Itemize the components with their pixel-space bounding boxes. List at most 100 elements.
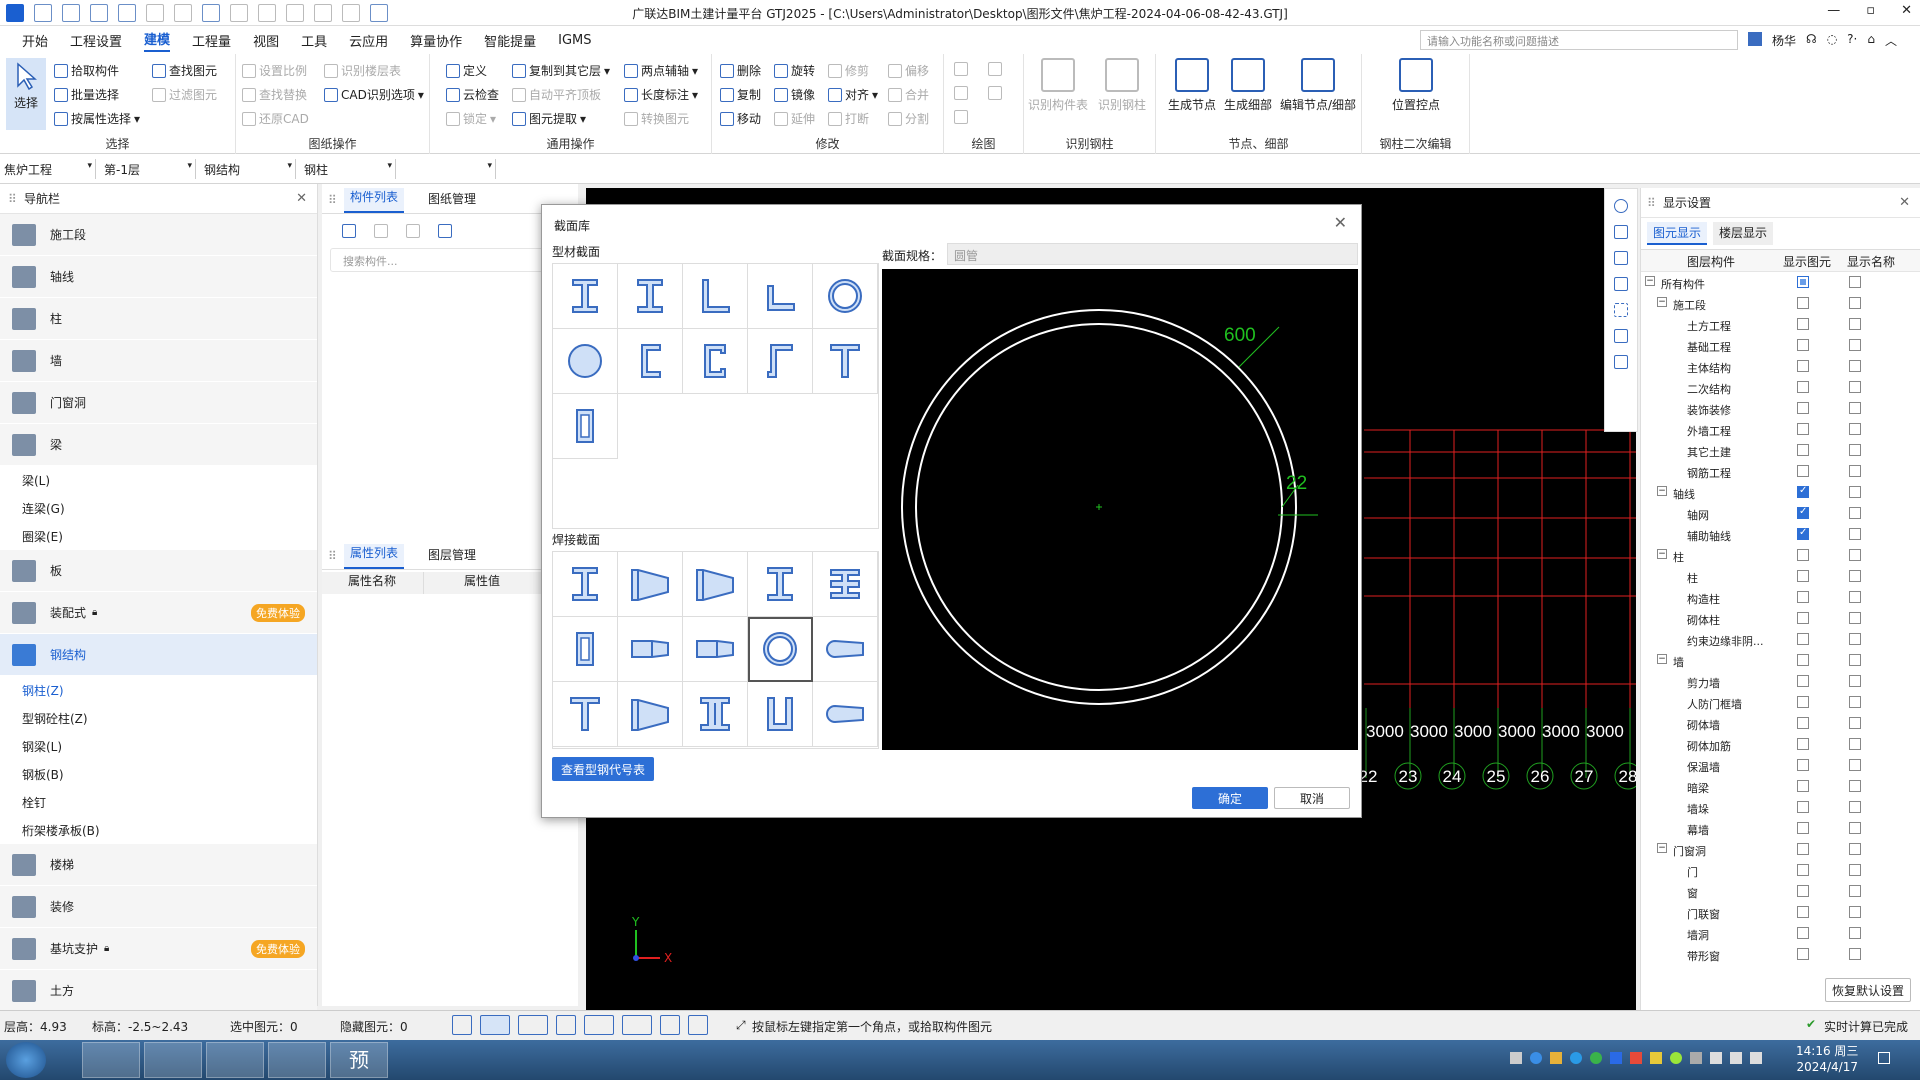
show-element-checkbox[interactable] bbox=[1797, 381, 1809, 393]
section-shape-II-icon[interactable] bbox=[683, 682, 748, 747]
settings-icon[interactable]: ⌂ bbox=[1867, 32, 1875, 49]
tree-toggle-icon[interactable]: − bbox=[1657, 297, 1667, 307]
tray-help-icon[interactable] bbox=[1530, 1052, 1542, 1064]
nav-sub-steel-plate[interactable]: 钢板(B) bbox=[0, 760, 317, 788]
show-element-checkbox[interactable] bbox=[1797, 738, 1809, 750]
tab-element-display[interactable]: 图元显示 bbox=[1647, 222, 1708, 245]
show-element-checkbox[interactable] bbox=[1797, 927, 1809, 939]
nav-column[interactable]: 柱 bbox=[0, 298, 317, 340]
generate-detail-button[interactable]: 生成细部 bbox=[1222, 58, 1274, 113]
show-name-checkbox[interactable] bbox=[1849, 507, 1861, 519]
fit-view-icon[interactable] bbox=[1614, 303, 1628, 317]
display-tree-row[interactable]: 墙洞 bbox=[1641, 923, 1911, 944]
show-name-checkbox[interactable] bbox=[1849, 486, 1861, 498]
nav-axis[interactable]: 轴线 bbox=[0, 256, 317, 298]
drag-handle-icon[interactable]: ⠿ bbox=[1647, 196, 1656, 210]
show-name-checkbox[interactable] bbox=[1849, 717, 1861, 729]
draw-point-button[interactable] bbox=[954, 62, 968, 76]
show-name-checkbox[interactable] bbox=[1849, 570, 1861, 582]
display-tree-row[interactable]: 墙垛 bbox=[1641, 797, 1911, 818]
two-point-axis-button[interactable]: 两点辅轴 ▾ bbox=[624, 62, 698, 79]
section-shape-I-icon[interactable] bbox=[553, 264, 618, 329]
menu-cloud[interactable]: 云应用 bbox=[349, 31, 388, 50]
display-tree-row[interactable]: 带形窗 bbox=[1641, 944, 1911, 965]
ortho-icon[interactable] bbox=[452, 1015, 472, 1035]
tree-toggle-icon[interactable]: − bbox=[1657, 549, 1667, 559]
taskbar-app-browser[interactable] bbox=[144, 1042, 202, 1078]
display-tree-row[interactable]: 暗梁 bbox=[1641, 776, 1911, 797]
section-shape-taper3-icon[interactable] bbox=[618, 682, 683, 747]
new-component-icon[interactable] bbox=[342, 224, 356, 238]
show-name-checkbox[interactable] bbox=[1849, 276, 1861, 288]
tray-update-icon[interactable] bbox=[1670, 1052, 1682, 1064]
section-shape-cross-icon[interactable] bbox=[813, 552, 878, 617]
show-name-checkbox[interactable] bbox=[1849, 843, 1861, 855]
tray-sync-icon[interactable] bbox=[1610, 1052, 1622, 1064]
identify-component-table-button[interactable]: 识别构件表 bbox=[1026, 58, 1090, 113]
3d-view-icon[interactable] bbox=[1614, 225, 1628, 239]
display-tree-row[interactable]: 剪力墙 bbox=[1641, 671, 1911, 692]
show-element-checkbox[interactable] bbox=[1797, 885, 1809, 897]
show-element-checkbox[interactable] bbox=[1797, 339, 1809, 351]
show-name-checkbox[interactable] bbox=[1849, 612, 1861, 624]
view-steel-code-table-button[interactable]: 查看型钢代号表 bbox=[552, 757, 654, 781]
battery-icon[interactable] bbox=[1750, 1052, 1762, 1064]
show-name-checkbox[interactable] bbox=[1849, 780, 1861, 792]
clock[interactable]: 14:16 周三 2024/4/17 bbox=[1796, 1043, 1858, 1075]
section-shape-O-icon[interactable] bbox=[748, 617, 813, 682]
extract-element-button[interactable]: 图元提取 ▾ bbox=[512, 110, 586, 127]
delete-button[interactable]: 删除 bbox=[720, 62, 761, 79]
menu-view[interactable]: 视图 bbox=[253, 31, 279, 50]
chat-icon[interactable]: ◌ bbox=[1827, 32, 1837, 49]
mirror-button[interactable]: 镜像 bbox=[774, 86, 815, 103]
edit-node-detail-button[interactable]: 编辑节点/细部 bbox=[1278, 58, 1358, 113]
section-shape-box-icon[interactable] bbox=[618, 617, 683, 682]
show-element-checkbox[interactable] bbox=[1797, 864, 1809, 876]
generate-node-button[interactable]: 生成节点 bbox=[1166, 58, 1218, 113]
show-element-checkbox[interactable] bbox=[1797, 527, 1809, 540]
rotate-button[interactable]: 旋转 bbox=[774, 62, 815, 79]
set-scale-button[interactable]: 设置比例 bbox=[242, 62, 307, 79]
section-shape-O-icon[interactable] bbox=[813, 264, 878, 329]
section-shape-L-icon[interactable] bbox=[683, 264, 748, 329]
category-select[interactable]: 钢结构 bbox=[200, 159, 296, 179]
show-element-checkbox[interactable] bbox=[1797, 675, 1809, 687]
user-avatar-icon[interactable] bbox=[1748, 32, 1762, 46]
tab-layer-management[interactable]: 图层管理 bbox=[422, 546, 482, 569]
cancel-button[interactable]: 取消 bbox=[1274, 787, 1350, 809]
free-trial-badge[interactable]: 免费体验 bbox=[251, 940, 305, 958]
display-tree-row[interactable]: 辅助轴线 bbox=[1641, 524, 1911, 545]
show-element-checkbox[interactable] bbox=[1797, 318, 1809, 330]
section-shape-box2-icon[interactable] bbox=[683, 617, 748, 682]
show-name-checkbox[interactable] bbox=[1849, 759, 1861, 771]
merge-button[interactable]: 合并 bbox=[888, 86, 929, 103]
section-shape-Z-icon[interactable] bbox=[748, 329, 813, 394]
nav-decoration[interactable]: 装修 bbox=[0, 886, 317, 928]
show-name-checkbox[interactable] bbox=[1849, 675, 1861, 687]
function-search-input[interactable]: 请输入功能名称或问题描述 bbox=[1420, 30, 1738, 50]
orbit-icon[interactable] bbox=[1614, 329, 1628, 343]
show-element-checkbox[interactable] bbox=[1797, 360, 1809, 372]
tree-toggle-icon[interactable]: − bbox=[1657, 654, 1667, 664]
start-button[interactable] bbox=[6, 1042, 46, 1078]
project-select[interactable]: 焦炉工程 bbox=[0, 159, 96, 179]
tree-toggle-icon[interactable]: − bbox=[1657, 486, 1667, 496]
position-control-button[interactable]: 位置控点 bbox=[1380, 58, 1452, 113]
draw-rotate-point-button[interactable] bbox=[988, 62, 1002, 76]
ok-button[interactable]: 确定 bbox=[1192, 787, 1268, 809]
display-tree-row[interactable]: 二次结构 bbox=[1641, 377, 1911, 398]
nav-sub-ring-beam[interactable]: 圈梁(E) bbox=[0, 522, 317, 550]
angle-icon[interactable] bbox=[584, 1015, 614, 1035]
close-icon[interactable]: ✕ bbox=[1899, 195, 1910, 210]
component-search-input[interactable]: 搜索构件... bbox=[330, 248, 570, 272]
show-name-checkbox[interactable] bbox=[1849, 948, 1861, 960]
show-element-checkbox[interactable] bbox=[1797, 717, 1809, 729]
cad-options-button[interactable]: CAD识别选项 ▾ bbox=[324, 86, 424, 103]
drag-handle-icon[interactable]: ⠿ bbox=[328, 549, 337, 563]
show-element-checkbox[interactable] bbox=[1797, 297, 1809, 309]
drag-handle-icon[interactable]: ⠿ bbox=[328, 193, 337, 207]
trim-button[interactable]: 修剪 bbox=[828, 62, 869, 79]
display-settings-icon[interactable] bbox=[1614, 355, 1628, 369]
speaker-icon[interactable] bbox=[1710, 1052, 1722, 1064]
cube-select-icon[interactable] bbox=[518, 1015, 548, 1035]
